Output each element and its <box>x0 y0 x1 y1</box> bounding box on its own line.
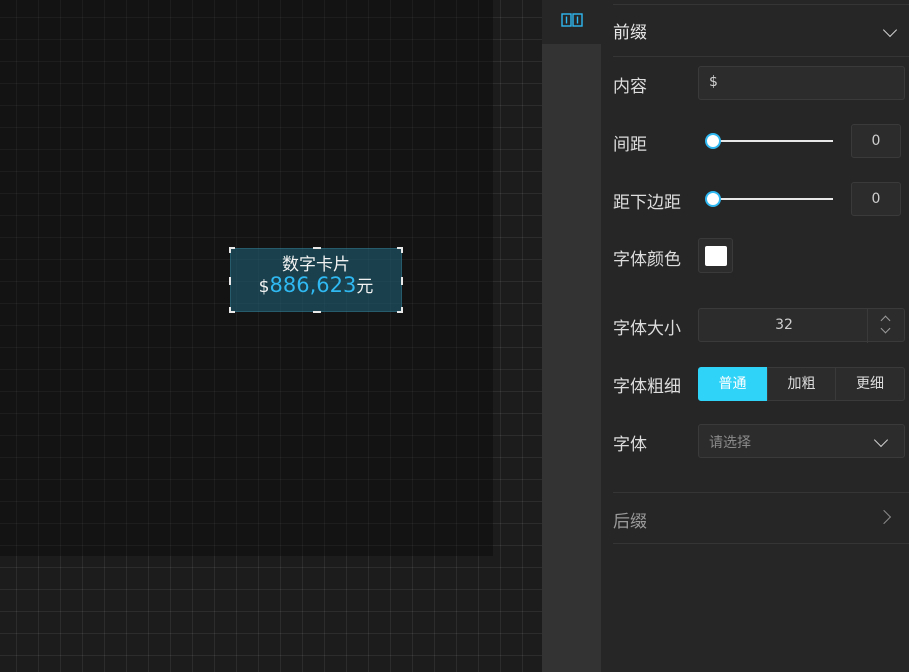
prefix-section-title: 前缀 <box>613 23 647 43</box>
chevron-down-icon <box>873 432 889 448</box>
bottom-margin-slider-handle[interactable] <box>705 191 721 207</box>
panel-tab-header <box>542 0 601 44</box>
prefix-section-header[interactable]: 前缀 <box>613 6 909 57</box>
card-prefix: $ <box>258 277 270 297</box>
layer-icon[interactable] <box>561 13 583 27</box>
font-family-placeholder: 请选择 <box>709 435 751 451</box>
spacing-number-input[interactable]: 0 <box>851 124 901 158</box>
font-size-stepper-arrows <box>867 309 904 343</box>
resize-handle-top-left[interactable] <box>229 247 235 253</box>
bottom-margin-slider-track[interactable] <box>712 198 833 200</box>
suffix-section-title[interactable]: 后缀 <box>613 507 647 532</box>
font-size-value: 32 <box>775 317 793 333</box>
content-label: 内容 <box>613 77 647 97</box>
panel-top-divider <box>613 4 909 5</box>
card-number: 886,623 <box>269 273 357 297</box>
font-family-select[interactable]: 请选择 <box>698 424 905 458</box>
font-weight-light-button[interactable]: 更细 <box>835 367 905 401</box>
resize-handle-left[interactable] <box>229 277 231 285</box>
panel-tab-strip <box>542 0 601 672</box>
font-weight-label: 字体粗细 <box>613 377 681 397</box>
section-divider <box>613 492 909 493</box>
resize-handle-bottom-left[interactable] <box>229 307 235 313</box>
font-weight-normal-button[interactable]: 普通 <box>698 367 767 401</box>
section-divider <box>613 543 909 544</box>
spacing-slider-track[interactable] <box>712 140 833 142</box>
screen-area[interactable]: 数字卡片 $886,623元 <box>0 0 493 556</box>
font-weight-bold-button[interactable]: 加粗 <box>767 367 836 401</box>
number-card-widget[interactable]: 数字卡片 $886,623元 <box>229 247 403 313</box>
resize-handle-bottom-right[interactable] <box>397 307 403 313</box>
decrement-icon[interactable] <box>880 323 891 334</box>
spacing-label: 间距 <box>613 135 647 155</box>
card-value-line: $886,623元 <box>231 272 401 297</box>
resize-handle-top-right[interactable] <box>397 247 403 253</box>
font-family-label: 字体 <box>613 435 647 455</box>
content-input-value: $ <box>709 74 718 90</box>
resize-handle-bottom[interactable] <box>313 311 321 313</box>
font-color-label: 字体颜色 <box>613 250 681 270</box>
bottom-margin-number-input[interactable]: 0 <box>851 182 901 216</box>
spacing-slider-handle[interactable] <box>705 133 721 149</box>
resize-handle-right[interactable] <box>401 277 403 285</box>
font-size-stepper[interactable]: 32 <box>698 308 905 343</box>
resize-handle-top[interactable] <box>313 247 321 249</box>
font-color-swatch <box>705 246 727 266</box>
content-input[interactable]: $ <box>698 66 905 100</box>
font-color-picker[interactable] <box>698 238 733 273</box>
card-suffix: 元 <box>356 277 374 297</box>
chevron-down-icon <box>882 22 898 38</box>
editor-canvas[interactable]: 数字卡片 $886,623元 <box>0 0 542 672</box>
font-size-label: 字体大小 <box>613 319 681 339</box>
bottom-margin-label: 距下边距 <box>613 193 681 213</box>
